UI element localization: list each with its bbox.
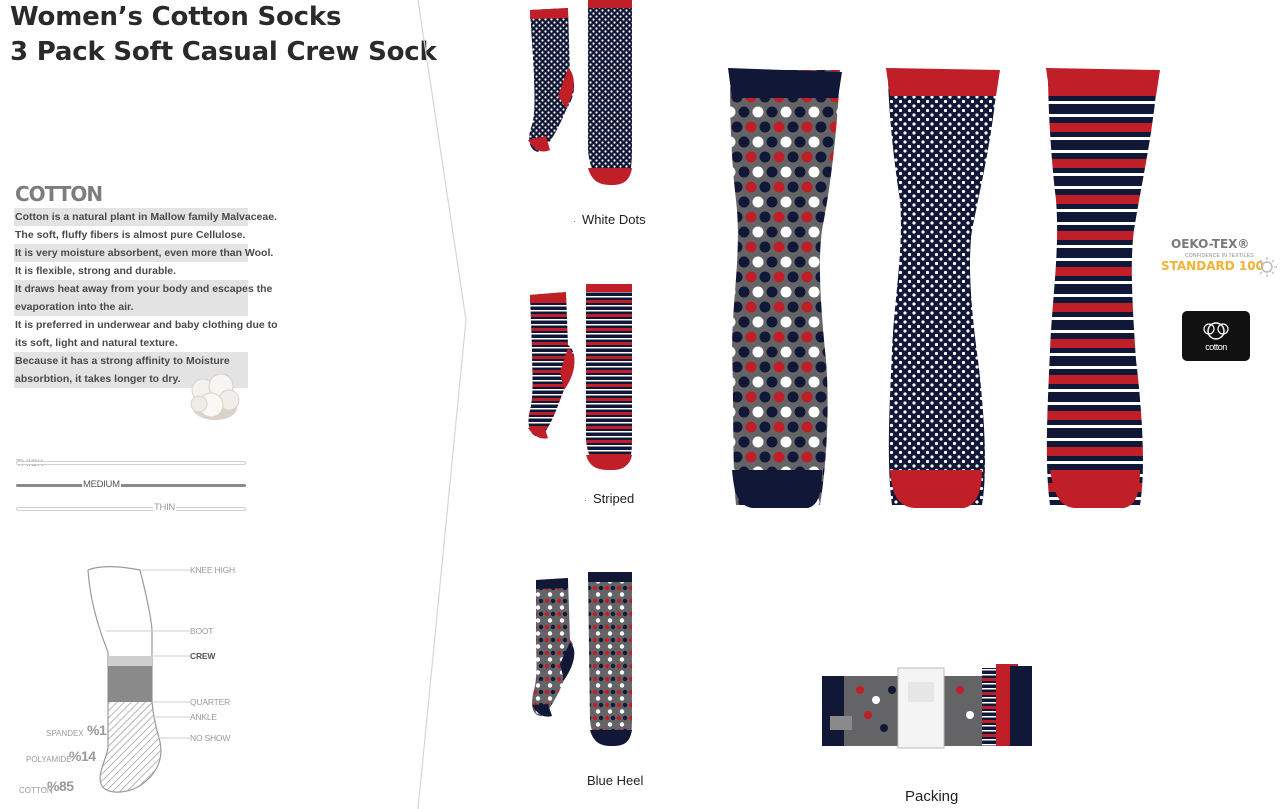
spandex-label: SPANDEX bbox=[46, 729, 84, 738]
section-divider bbox=[417, 0, 467, 809]
sock-thumb-striped bbox=[528, 284, 632, 470]
cotton-info-line: its soft, light and natural texture. bbox=[15, 337, 178, 349]
product-title-line2: 3 Pack Soft Casual Crew Sock bbox=[10, 37, 437, 67]
cotton-info-line: It is very moisture absorbent, even more… bbox=[14, 244, 273, 262]
caption-packing: Packing bbox=[905, 788, 959, 805]
sock-length-diagram bbox=[87, 566, 190, 793]
caption-blue-heel: Blue Heel bbox=[587, 773, 644, 788]
length-ankle-label: ANKLE bbox=[190, 712, 217, 722]
oeko-tex-standard: STANDARD 100 bbox=[1161, 259, 1264, 273]
length-crew-label: CREW bbox=[190, 651, 216, 661]
spandex-percent: %1 bbox=[87, 722, 107, 738]
caption-white-dots-text: White Dots bbox=[582, 212, 646, 227]
product-image-area bbox=[528, 0, 1160, 749]
thickness-thick-bar bbox=[16, 461, 246, 465]
sock-thumb-blue-heel bbox=[532, 572, 632, 746]
product-title-line1: Women’s Cotton Socks bbox=[10, 2, 342, 32]
cotton-info-line: It is flexible, strong and durable. bbox=[15, 265, 177, 277]
thickness-thin-label: THIN bbox=[153, 502, 176, 513]
caption-bullet: · bbox=[584, 495, 587, 505]
caption-white-dots: · White Dots bbox=[573, 212, 646, 227]
caption-striped: · Striped bbox=[584, 491, 634, 506]
thickness-medium-bar bbox=[16, 484, 246, 487]
cotton-info-line: The soft, fluffy fibers is almost pure C… bbox=[15, 229, 246, 241]
thickness-thin-bar bbox=[16, 507, 246, 511]
length-quarter-label: QUARTER bbox=[190, 697, 231, 707]
thickness-medium-label: MEDIUM bbox=[82, 479, 121, 490]
cotton-info-line: Cotton is a natural plant in Mallow fami… bbox=[14, 208, 277, 226]
sock-large-white-dots bbox=[886, 68, 1000, 508]
oeko-tex-sun-icon bbox=[1257, 257, 1277, 277]
packing-image bbox=[822, 664, 1032, 749]
cotton-heading: COTTON bbox=[15, 182, 103, 206]
cotton-logo-text: cotton bbox=[1205, 342, 1227, 352]
cotton-boll-icon bbox=[190, 373, 240, 420]
cotton-percent: %85 bbox=[47, 778, 74, 794]
length-boot-label: BOOT bbox=[190, 626, 214, 636]
sock-thumb-white-dots bbox=[528, 0, 632, 185]
sock-large-striped bbox=[1046, 68, 1160, 508]
length-no-show-label: NO SHOW bbox=[190, 733, 231, 743]
oeko-tex-title: OEKO-TEX® bbox=[1171, 237, 1250, 251]
cotton-info-line: It is preferred in underwear and baby cl… bbox=[15, 319, 278, 331]
sock-large-blue-heel bbox=[728, 68, 842, 508]
caption-striped-text: Striped bbox=[593, 491, 635, 506]
caption-bullet: · bbox=[573, 216, 576, 226]
length-knee-high-label: KNEE HIGH bbox=[190, 565, 235, 575]
polyamide-percent: %14 bbox=[69, 748, 96, 764]
cotton-info-line: It draws heat away from your body and es… bbox=[14, 280, 272, 298]
cotton-info-line: evaporation into the air. bbox=[14, 298, 248, 316]
polyamide-label: POLYAMIDE bbox=[26, 755, 72, 764]
cotton-logo-icon bbox=[1182, 311, 1250, 361]
